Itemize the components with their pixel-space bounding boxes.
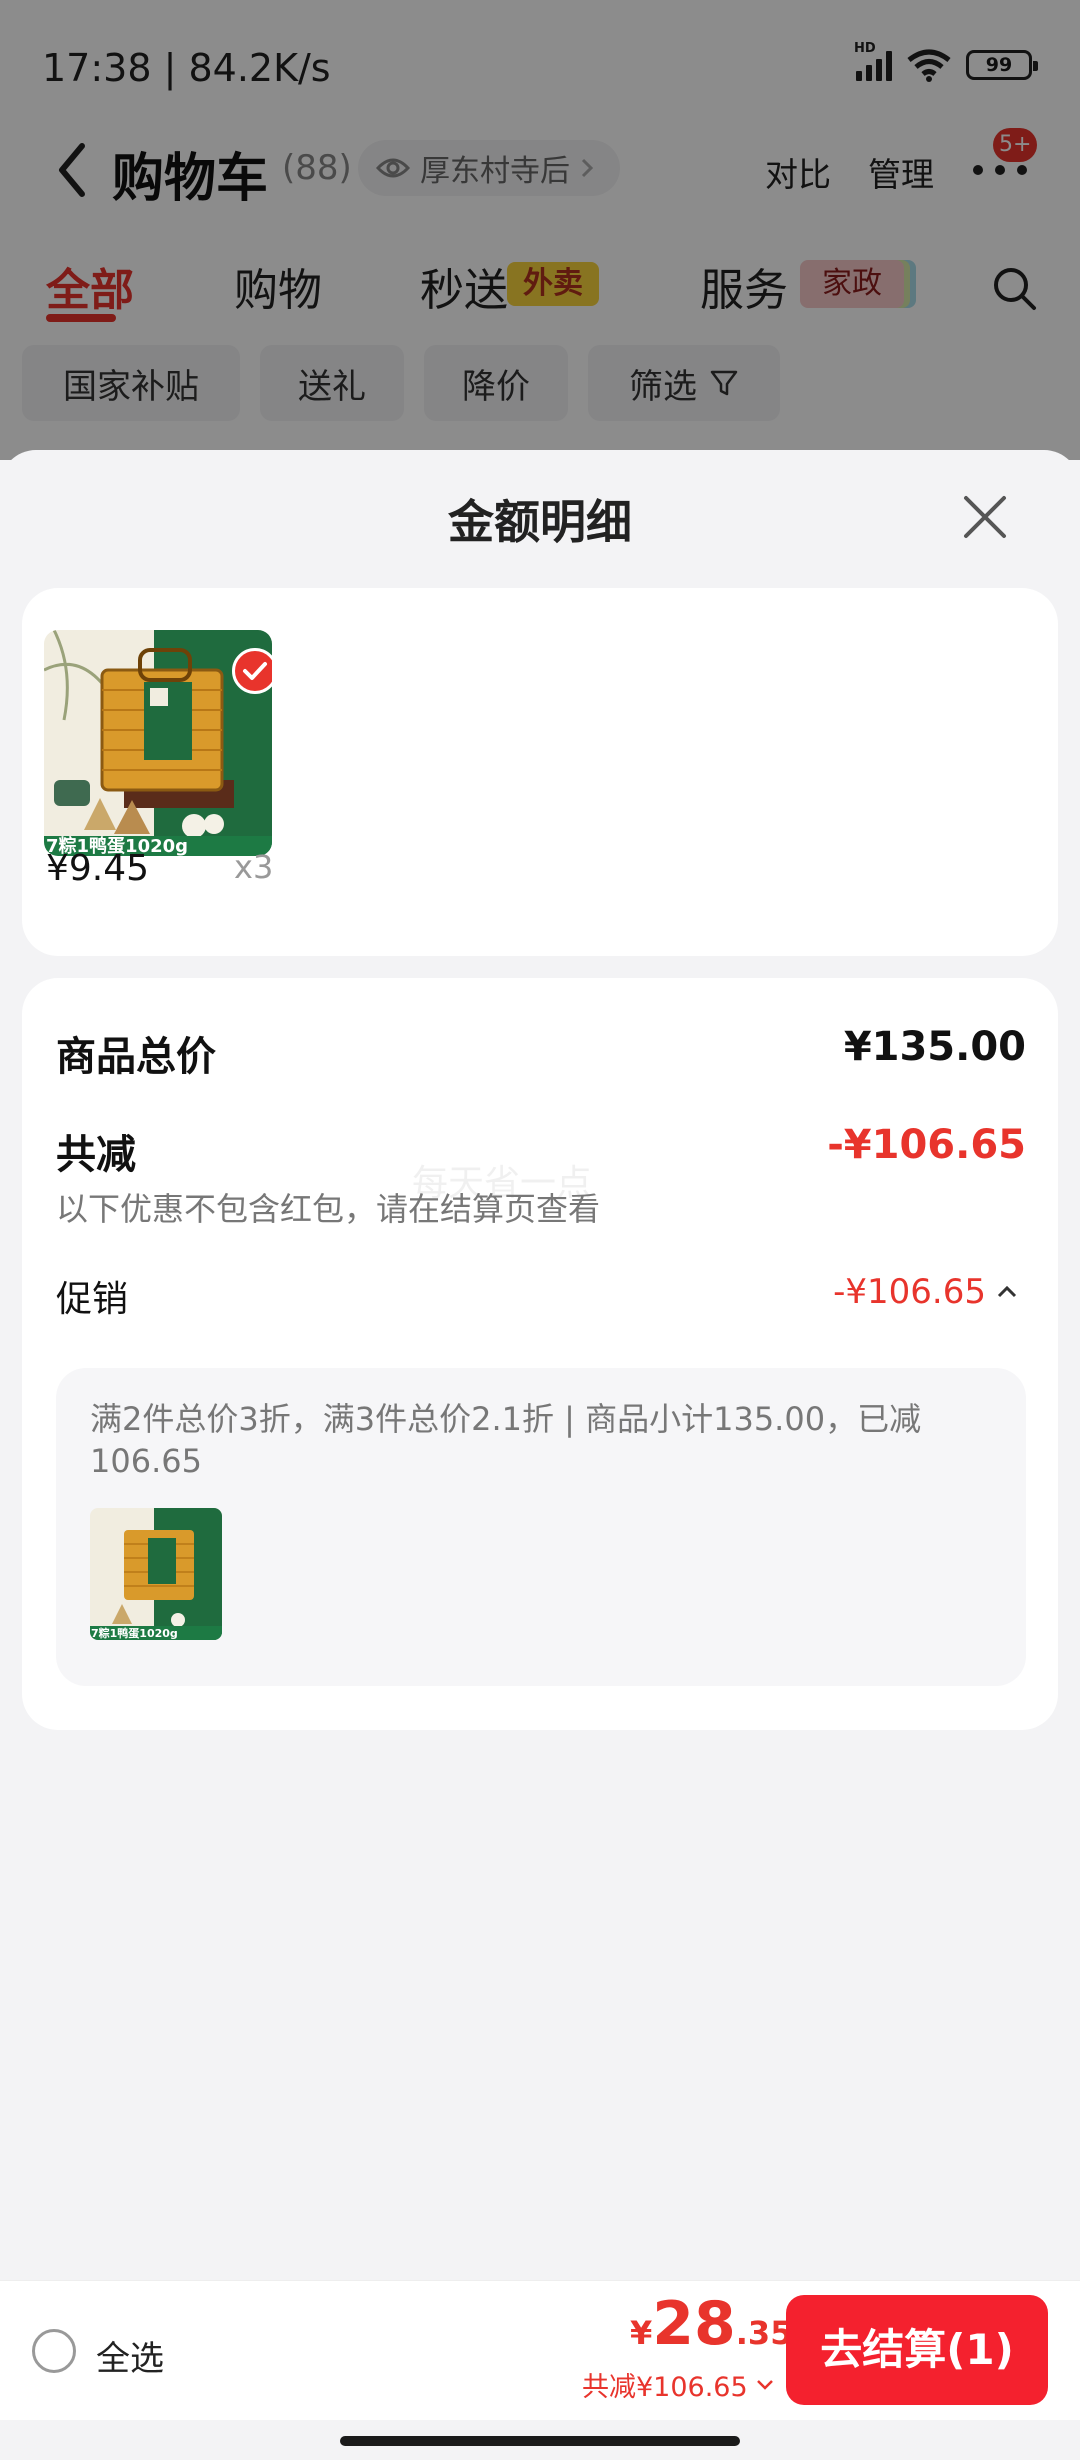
promotion-toggle[interactable]: -¥106.65 [833,1272,1018,1312]
total-integer: 28 [652,2289,736,2359]
home-indicator [340,2436,740,2446]
zongzi-gift-box-thumbnail: 7粽1鸭蛋1020g [90,1508,222,1640]
discount-note: 以下优惠不包含红包，请在结算页查看 [56,1190,601,1228]
item-quantity: x3 [234,848,274,886]
amount-detail-sheet: 金额明细 7粽1鸭蛋1020g ¥9.45 x3 商品总价 ¥135.00 共减… [0,450,1080,2460]
promotion-value: -¥106.65 [833,1272,986,1312]
price-breakdown-card: 商品总价 ¥135.00 共减 -¥106.65 每天省一点 以下优惠不包含红包… [22,978,1058,1730]
select-all-checkbox[interactable] [32,2329,76,2373]
total-price-label: 商品总价 [56,1034,216,1080]
checkout-bar: 全选 ¥ 28 .35 共减¥106.65 去结算(1) [0,2280,1080,2420]
selected-items-card: 7粽1鸭蛋1020g ¥9.45 x3 [22,588,1058,956]
promotion-detail-box: 满2件总价3折，满3件总价2.1折 | 商品小计135.00，已减106.65 … [56,1368,1026,1686]
chevron-up-icon [997,1285,1017,1298]
total-decimal: .35 [735,2314,793,2352]
promotion-thumb-banner: 7粽1鸭蛋1020g [91,1626,178,1640]
item-price: ¥9.45 [46,848,150,889]
checkout-button[interactable]: 去结算(1) [786,2295,1048,2405]
total-discount-text: 共减¥106.65 [582,2372,748,2403]
promotion-product-image: 7粽1鸭蛋1020g [90,1508,222,1640]
dim-overlay[interactable] [0,0,1080,460]
product-image[interactable]: 7粽1鸭蛋1020g [44,630,272,856]
sheet-title: 金额明细 [448,495,632,549]
chevron-down-icon [756,2379,773,2390]
currency-symbol: ¥ [630,2314,653,2352]
selected-check-icon [232,648,272,694]
total-amount: ¥ 28 .35 [630,2289,792,2359]
promotion-description: 满2件总价3折，满3件总价2.1折 | 商品小计135.00，已减106.65 [90,1400,922,1480]
close-icon[interactable] [958,490,1012,544]
select-all-label[interactable]: 全选 [96,2331,164,2380]
discount-label: 共减 [56,1132,136,1178]
total-price-value: ¥135.00 [843,1024,1026,1070]
discount-value: -¥106.65 [827,1122,1026,1168]
promotion-label: 促销 [56,1279,129,1320]
total-discount-toggle[interactable]: 共减¥106.65 [582,2365,774,2404]
